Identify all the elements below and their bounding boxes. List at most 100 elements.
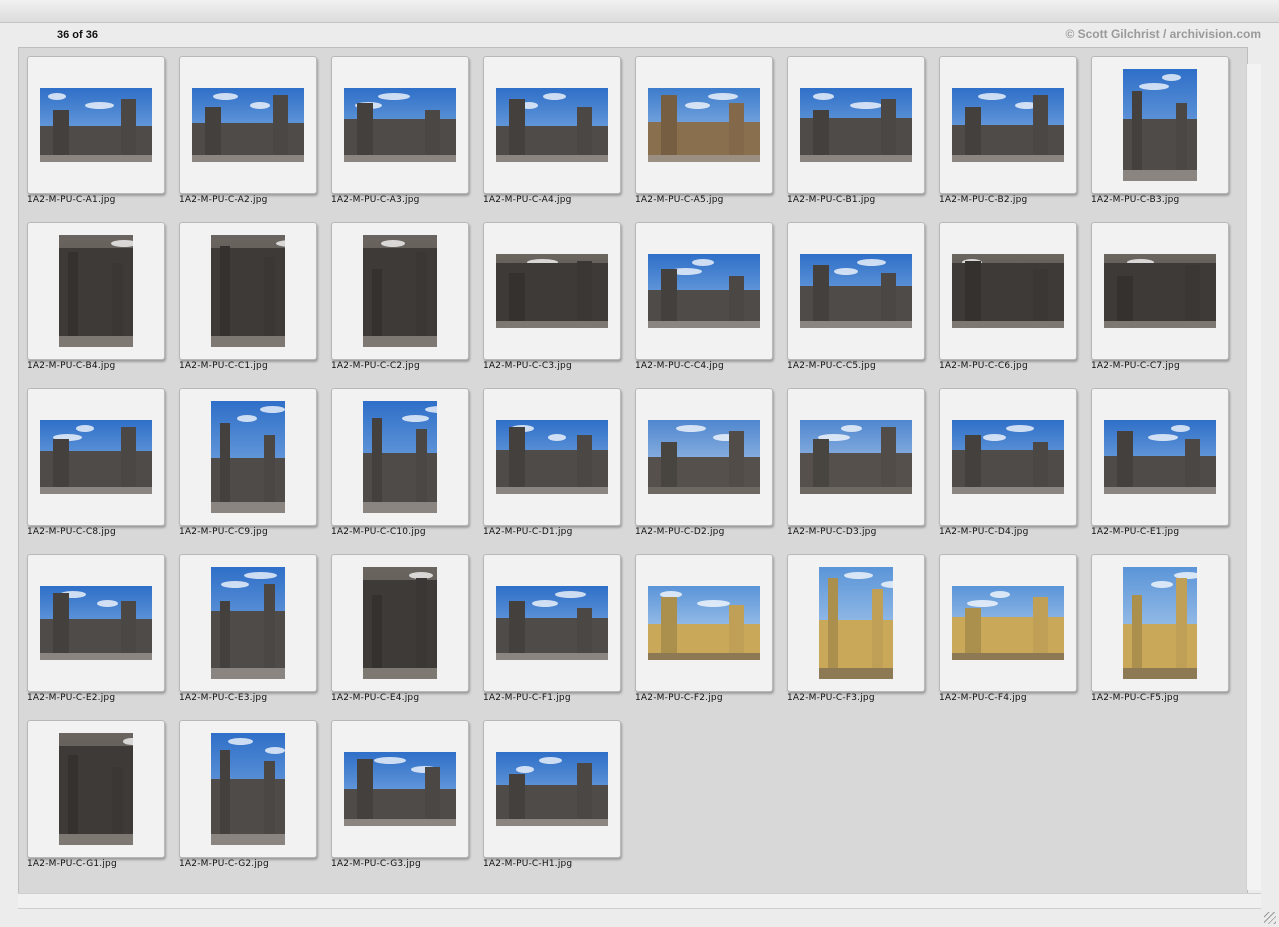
slide-mount[interactable] — [331, 388, 469, 526]
thumbnail-filename: 1A2-M-PU-C-D3.jpg — [787, 527, 877, 537]
slide-mount[interactable] — [1091, 388, 1229, 526]
thumbnail-item[interactable]: 1A2-M-PU-C-E1.jpg — [1083, 380, 1235, 540]
thumbnail-filename: 1A2-M-PU-C-A4.jpg — [483, 195, 572, 205]
slide-mount[interactable] — [179, 388, 317, 526]
slide-mount[interactable] — [635, 388, 773, 526]
thumbnail-filename: 1A2-M-PU-C-A3.jpg — [331, 195, 420, 205]
slide-mount[interactable] — [27, 388, 165, 526]
slide-mount[interactable] — [939, 388, 1077, 526]
slide-mount[interactable] — [27, 554, 165, 692]
slide-mount[interactable] — [1091, 554, 1229, 692]
slide-mount[interactable] — [1091, 56, 1229, 194]
slide-mount[interactable] — [179, 720, 317, 858]
slide-mount[interactable] — [1091, 222, 1229, 360]
slide-mount[interactable] — [787, 222, 925, 360]
slide-mount[interactable] — [787, 388, 925, 526]
thumbnail-item[interactable]: 1A2-M-PU-C-E3.jpg — [171, 546, 323, 706]
thumbnail-item[interactable]: 1A2-M-PU-C-A1.jpg — [19, 48, 171, 208]
horizontal-scrollbar[interactable] — [18, 893, 1261, 909]
thumbnail-item[interactable]: 1A2-M-PU-C-E4.jpg — [323, 546, 475, 706]
thumbnail-item[interactable]: 1A2-M-PU-C-D2.jpg — [627, 380, 779, 540]
slide-mount[interactable] — [179, 56, 317, 194]
slide-mount[interactable] — [27, 222, 165, 360]
slide-mount[interactable] — [483, 554, 621, 692]
thumbnail-image — [211, 733, 285, 845]
thumbnail-item[interactable]: 1A2-M-PU-C-F3.jpg — [779, 546, 931, 706]
item-count: 36 of 36 — [57, 29, 98, 41]
thumbnail-item[interactable]: 1A2-M-PU-C-G2.jpg — [171, 712, 323, 872]
thumbnail-item[interactable]: 1A2-M-PU-C-A4.jpg — [475, 48, 627, 208]
thumbnail-item[interactable]: 1A2-M-PU-C-A3.jpg — [323, 48, 475, 208]
thumbnail-item[interactable]: 1A2-M-PU-C-D4.jpg — [931, 380, 1083, 540]
thumbnail-item[interactable]: 1A2-M-PU-C-B4.jpg — [19, 214, 171, 374]
slide-mount[interactable] — [179, 554, 317, 692]
thumbnail-item[interactable]: 1A2-M-PU-C-A5.jpg — [627, 48, 779, 208]
thumbnail-item[interactable]: 1A2-M-PU-C-A2.jpg — [171, 48, 323, 208]
slide-mount[interactable] — [483, 388, 621, 526]
thumbnail-item[interactable]: 1A2-M-PU-C-G3.jpg — [323, 712, 475, 872]
thumbnail-image — [211, 401, 285, 513]
thumbnail-item[interactable]: 1A2-M-PU-C-C7.jpg — [1083, 214, 1235, 374]
thumbnail-filename: 1A2-M-PU-C-B3.jpg — [1091, 195, 1180, 205]
info-bar: 36 of 36 © Scott Gilchrist / archivision… — [18, 24, 1261, 46]
thumbnail-filename: 1A2-M-PU-C-C4.jpg — [635, 361, 724, 371]
thumbnail-item[interactable]: 1A2-M-PU-C-D1.jpg — [475, 380, 627, 540]
thumbnail-item[interactable]: 1A2-M-PU-C-C2.jpg — [323, 214, 475, 374]
thumbnail-filename: 1A2-M-PU-C-E4.jpg — [331, 693, 420, 703]
thumbnail-item[interactable]: 1A2-M-PU-C-C3.jpg — [475, 214, 627, 374]
slide-mount[interactable] — [331, 56, 469, 194]
slide-mount[interactable] — [331, 720, 469, 858]
vertical-scrollbar[interactable] — [1246, 64, 1261, 890]
thumbnail-item[interactable]: 1A2-M-PU-C-C4.jpg — [627, 214, 779, 374]
slide-mount[interactable] — [179, 222, 317, 360]
slide-mount[interactable] — [635, 56, 773, 194]
thumbnail-item[interactable]: 1A2-M-PU-C-F4.jpg — [931, 546, 1083, 706]
slide-mount[interactable] — [939, 222, 1077, 360]
thumbnail-filename: 1A2-M-PU-C-C3.jpg — [483, 361, 572, 371]
window-title-bar[interactable] — [0, 0, 1279, 23]
thumbnail-item[interactable]: 1A2-M-PU-C-B1.jpg — [779, 48, 931, 208]
thumbnail-image — [1123, 567, 1197, 679]
thumbnail-filename: 1A2-M-PU-C-F2.jpg — [635, 693, 723, 703]
thumbnail-item[interactable]: 1A2-M-PU-C-F1.jpg — [475, 546, 627, 706]
thumbnail-filename: 1A2-M-PU-C-G3.jpg — [331, 859, 421, 869]
slide-mount[interactable] — [635, 222, 773, 360]
thumbnail-filename: 1A2-M-PU-C-A2.jpg — [179, 195, 268, 205]
thumbnail-image — [344, 88, 456, 162]
slide-mount[interactable] — [787, 554, 925, 692]
thumbnail-item[interactable]: 1A2-M-PU-C-E2.jpg — [19, 546, 171, 706]
thumbnail-item[interactable]: 1A2-M-PU-C-B3.jpg — [1083, 48, 1235, 208]
thumbnail-grid: 1A2-M-PU-C-A1.jpg 1A2-M-PU-C-A2.jpg 1A2-M-… — [18, 47, 1248, 894]
slide-mount[interactable] — [787, 56, 925, 194]
thumbnail-item[interactable]: 1A2-M-PU-C-C10.jpg — [323, 380, 475, 540]
slide-mount[interactable] — [27, 56, 165, 194]
slide-mount[interactable] — [483, 720, 621, 858]
thumbnail-filename: 1A2-M-PU-C-D4.jpg — [939, 527, 1029, 537]
slide-mount[interactable] — [331, 222, 469, 360]
slide-mount[interactable] — [331, 554, 469, 692]
slide-mount[interactable] — [483, 222, 621, 360]
slide-mount[interactable] — [483, 56, 621, 194]
thumbnail-item[interactable]: 1A2-M-PU-C-B2.jpg — [931, 48, 1083, 208]
thumbnail-item[interactable]: 1A2-M-PU-C-D3.jpg — [779, 380, 931, 540]
thumbnail-filename: 1A2-M-PU-C-B4.jpg — [27, 361, 116, 371]
thumbnail-item[interactable]: 1A2-M-PU-C-C1.jpg — [171, 214, 323, 374]
thumbnail-item[interactable]: 1A2-M-PU-C-G1.jpg — [19, 712, 171, 872]
thumbnail-item[interactable]: 1A2-M-PU-C-C5.jpg — [779, 214, 931, 374]
thumbnail-filename: 1A2-M-PU-C-A1.jpg — [27, 195, 116, 205]
thumbnail-item[interactable]: 1A2-M-PU-C-H1.jpg — [475, 712, 627, 872]
slide-mount[interactable] — [939, 56, 1077, 194]
thumbnail-filename: 1A2-M-PU-C-C2.jpg — [331, 361, 420, 371]
thumbnail-filename: 1A2-M-PU-C-H1.jpg — [483, 859, 573, 869]
thumbnail-item[interactable]: 1A2-M-PU-C-C8.jpg — [19, 380, 171, 540]
thumbnail-item[interactable]: 1A2-M-PU-C-F2.jpg — [627, 546, 779, 706]
thumbnail-filename: 1A2-M-PU-C-G1.jpg — [27, 859, 117, 869]
thumbnail-item[interactable]: 1A2-M-PU-C-C9.jpg — [171, 380, 323, 540]
slide-mount[interactable] — [939, 554, 1077, 692]
resize-handle-icon[interactable] — [1264, 912, 1276, 924]
thumbnail-item[interactable]: 1A2-M-PU-C-C6.jpg — [931, 214, 1083, 374]
slide-mount[interactable] — [27, 720, 165, 858]
slide-mount[interactable] — [635, 554, 773, 692]
thumbnail-image — [952, 88, 1064, 162]
thumbnail-item[interactable]: 1A2-M-PU-C-F5.jpg — [1083, 546, 1235, 706]
